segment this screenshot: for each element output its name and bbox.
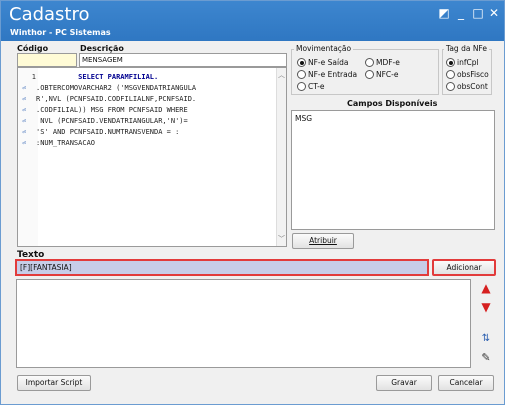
- clear-icon[interactable]: ✎: [478, 350, 494, 366]
- wrap-icon: ⏎: [22, 139, 27, 147]
- radio-label: NFC-e: [376, 70, 399, 79]
- radio-dot: [297, 58, 306, 67]
- move-down-icon[interactable]: ▼: [478, 299, 494, 315]
- sort-icon[interactable]: ⇅: [478, 331, 494, 347]
- radio-label: MDF-e: [376, 58, 400, 67]
- radio-label: obsCont: [457, 82, 488, 91]
- code-text: NVL (PCNFSAID.VENDATRIANGULAR,'N')=: [36, 117, 188, 125]
- code-line: ⏎ R',NVL (PCNFSAID.CODFILIALNF,PCNFSAID.: [22, 94, 196, 105]
- code-line: ⏎ .OBTERCOMOVARCHAR2 ('MSGVENDATRIANGULA: [22, 83, 196, 94]
- radio-dot: [446, 58, 455, 67]
- campos-list[interactable]: MSG: [291, 110, 495, 230]
- campos-title: Campos Disponíveis: [347, 99, 438, 108]
- descricao-field[interactable]: MENSAGEM: [79, 53, 287, 67]
- code-line: ⏎ .CODFILIAL)) MSG FROM PCNFSAID WHERE: [22, 105, 188, 116]
- cadastro-window: Cadastro Winthor - PC Sistemas ◩ _ □ ✕ C…: [0, 0, 505, 405]
- wrap-icon: ⏎: [22, 117, 27, 125]
- descricao-label: Descrição: [80, 44, 124, 53]
- code-line: ⏎ 'S' AND PCNFSAID.NUMTRANSVENDA = :: [22, 127, 179, 138]
- list-item[interactable]: MSG: [295, 114, 312, 123]
- radio-obsfisco[interactable]: obsFisco: [446, 70, 489, 81]
- cancelar-button[interactable]: Cancelar: [438, 375, 494, 391]
- code-line: 1 SELECT PARAMFILIAL.: [22, 72, 158, 83]
- radio-label: obsFisco: [457, 70, 489, 79]
- minimize-icon[interactable]: _: [454, 6, 468, 20]
- wrap-icon: ⏎: [22, 106, 27, 114]
- gravar-button[interactable]: Gravar: [376, 375, 432, 391]
- scroll-down-icon[interactable]: ﹀: [278, 234, 285, 244]
- adicionar-button[interactable]: Adicionar: [432, 259, 496, 276]
- radio-label: NF-e Saída: [308, 58, 349, 67]
- codigo-label: Código: [17, 44, 49, 53]
- radio-label: NF-e Entrada: [308, 70, 358, 79]
- scroll-up-icon[interactable]: ︿: [278, 70, 285, 80]
- sql-editor[interactable]: 1 SELECT PARAMFILIAL. ⏎ .OBTERCOMOVARCHAR…: [17, 67, 287, 247]
- code-text: 'S' AND PCNFSAID.NUMTRANSVENDA = :: [36, 128, 180, 136]
- radio-nfce[interactable]: NFC-e: [365, 70, 398, 81]
- window-title: Cadastro: [9, 4, 90, 25]
- atribuir-label: Atribuir: [309, 236, 337, 245]
- radio-label: infCpl: [457, 58, 479, 67]
- code-text: :NUM_TRANSACAO: [36, 139, 96, 147]
- radio-nfe-saida[interactable]: NF-e Saída: [297, 58, 348, 69]
- editor-scrollbar[interactable]: ︿ ﹀: [276, 68, 286, 246]
- code-text: SELECT PARAMFILIAL.: [78, 73, 159, 81]
- radio-cte[interactable]: CT-e: [297, 82, 324, 93]
- texto-value: [F][FANTASIA]: [20, 263, 72, 272]
- move-up-icon[interactable]: ▲: [478, 280, 494, 296]
- code-line: ⏎ :NUM_TRANSACAO: [22, 138, 95, 149]
- radio-dot: [297, 70, 306, 79]
- tag-nfe-title: Tag da NFe: [444, 44, 489, 53]
- radio-dot: [365, 58, 374, 67]
- texto-input[interactable]: [F][FANTASIA]: [15, 259, 429, 276]
- texto-list[interactable]: [16, 279, 471, 368]
- importar-script-button[interactable]: Importar Script: [17, 375, 91, 391]
- line-number: 1: [31, 73, 36, 81]
- radio-obscont[interactable]: obsCont: [446, 82, 488, 93]
- radio-nfe-entrada[interactable]: NF-e Entrada: [297, 70, 357, 81]
- radio-dot: [446, 82, 455, 91]
- maximize-icon[interactable]: □: [471, 6, 485, 20]
- radio-mdfe[interactable]: MDF-e: [365, 58, 400, 69]
- radio-dot: [297, 82, 306, 91]
- radio-dot: [365, 70, 374, 79]
- code-text: .OBTERCOMOVARCHAR2 ('MSGVENDATRIANGULA: [36, 84, 197, 92]
- wrap-icon: ⏎: [22, 84, 27, 92]
- radio-infcpl[interactable]: infCpl: [446, 58, 479, 69]
- window-subtitle: Winthor - PC Sistemas: [10, 28, 111, 37]
- title-bar: Cadastro Winthor - PC Sistemas ◩ _ □ ✕: [1, 1, 504, 41]
- code-text: R',NVL (PCNFSAID.CODFILIALNF,PCNFSAID.: [36, 95, 197, 103]
- wrap-icon: ⏎: [22, 128, 27, 136]
- movimentacao-title: Movimentação: [294, 44, 354, 53]
- radio-label: CT-e: [308, 82, 325, 91]
- close-icon[interactable]: ✕: [487, 6, 501, 20]
- restore-icon[interactable]: ◩: [437, 6, 451, 20]
- radio-dot: [446, 70, 455, 79]
- code-line: ⏎ NVL (PCNFSAID.VENDATRIANGULAR,'N')=: [22, 116, 188, 127]
- code-text: .CODFILIAL)) MSG FROM PCNFSAID WHERE: [36, 106, 188, 114]
- codigo-field[interactable]: [17, 53, 77, 67]
- atribuir-button[interactable]: Atribuir: [292, 233, 354, 249]
- wrap-icon: ⏎: [22, 95, 27, 103]
